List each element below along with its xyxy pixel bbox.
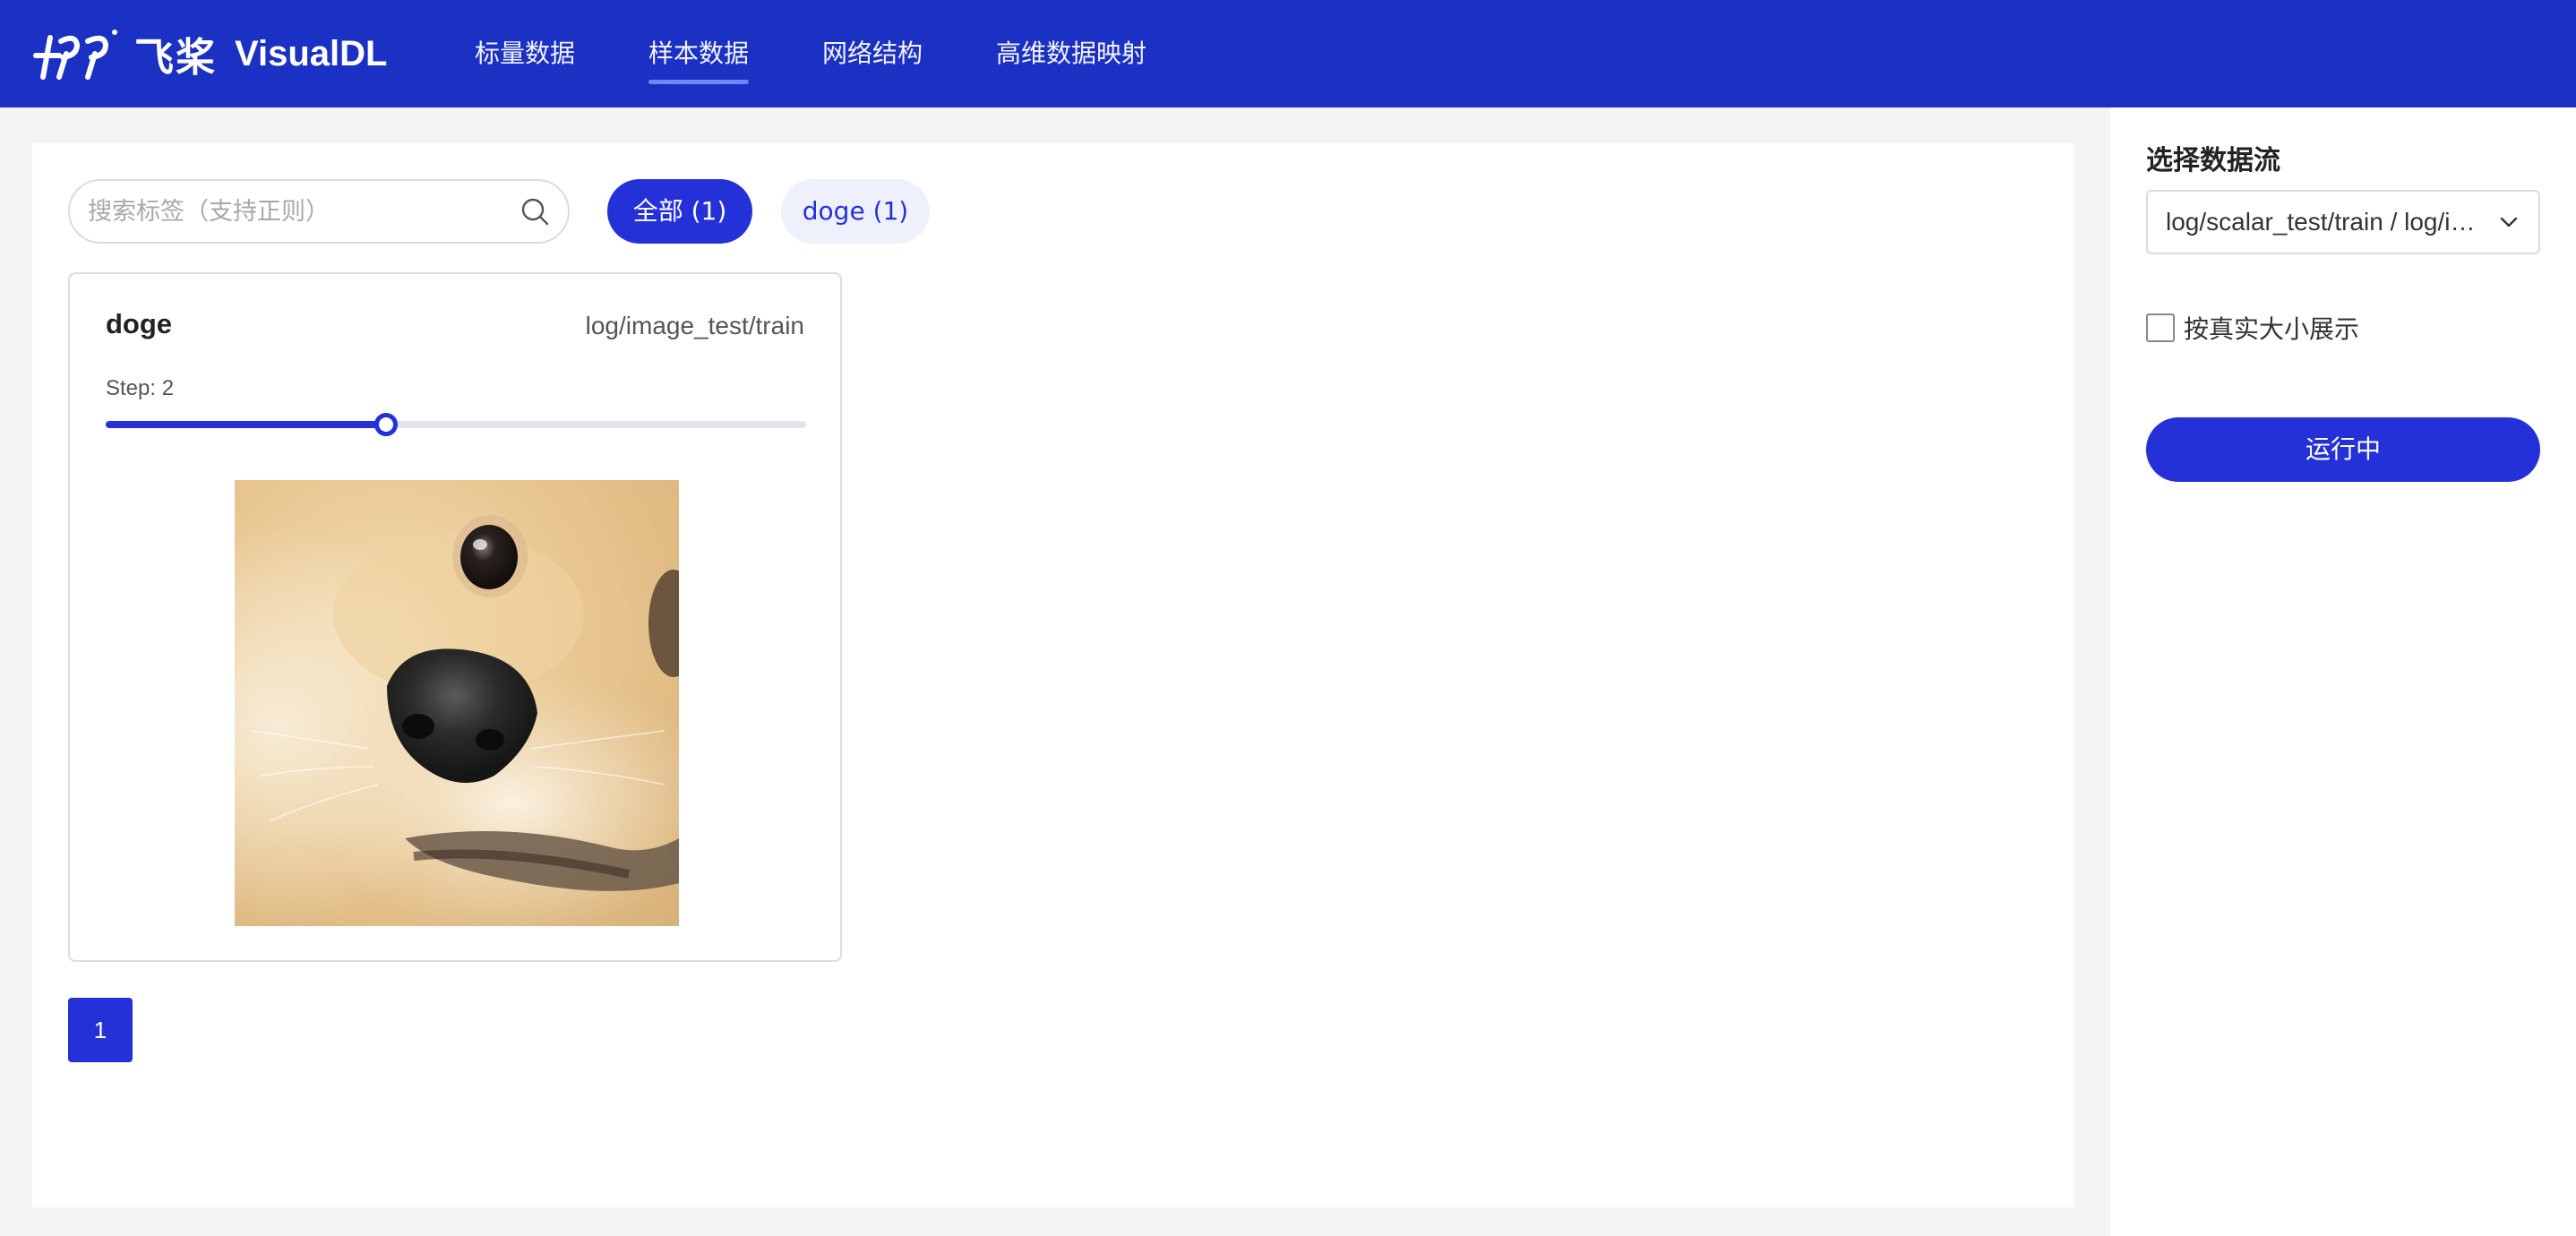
chevron-down-icon: [2500, 217, 2518, 227]
slider-fill: [106, 421, 386, 428]
actual-size-checkbox[interactable]: [2146, 313, 2175, 342]
search-icon[interactable]: [519, 196, 550, 227]
slider-handle[interactable]: [374, 413, 398, 436]
right-sidebar: 选择数据流 log/scalar_test/train / log/image_…: [2110, 107, 2576, 1236]
select-run-title: 选择数据流: [2146, 145, 2280, 176]
run-select[interactable]: log/scalar_test/train / log/image_test/t…: [2146, 190, 2540, 254]
actual-size-option[interactable]: 按真实大小展示: [2146, 310, 2359, 346]
paddle-logo-icon: [33, 30, 117, 80]
logo[interactable]: 飞桨 VisualDL: [32, 23, 387, 84]
image-sample-card: doge log/image_test/train Step: 2: [68, 272, 842, 962]
card-run-name: log/image_test/train: [585, 312, 804, 339]
top-header: 飞桨 VisualDL 标量数据 样本数据 网络结构 高维数据映射: [0, 0, 2576, 107]
running-button[interactable]: 运行中: [2146, 417, 2540, 482]
tag-filter-all[interactable]: 全部 (1): [607, 179, 752, 244]
tag-search-input[interactable]: [88, 197, 519, 226]
nav-samples[interactable]: 样本数据: [648, 0, 750, 107]
top-nav: 标量数据 样本数据 网络结构 高维数据映射: [475, 0, 1220, 107]
nav-scalar[interactable]: 标量数据: [475, 0, 575, 107]
card-tag-title: doge: [106, 308, 173, 339]
main-panel: 全部 (1) doge (1) doge log/image_test/trai…: [32, 143, 2074, 1207]
nav-high-dimensional[interactable]: 高维数据映射: [996, 0, 1146, 107]
tag-search-box[interactable]: [68, 179, 570, 244]
nav-graph[interactable]: 网络结构: [822, 0, 923, 107]
step-slider[interactable]: [106, 413, 806, 436]
actual-size-label[interactable]: 按真实大小展示: [2184, 310, 2359, 346]
sample-image-doge[interactable]: [235, 480, 679, 926]
logo-cn-text: 飞桨: [134, 35, 217, 81]
logo-en-text: VisualDL: [235, 33, 388, 73]
tag-filter-doge[interactable]: doge (1): [781, 179, 930, 244]
pagination-page-1[interactable]: 1: [68, 998, 133, 1062]
card-step-label: Step: 2: [106, 376, 175, 400]
run-select-value: log/scalar_test/train / log/image_test/t…: [2166, 208, 2488, 236]
